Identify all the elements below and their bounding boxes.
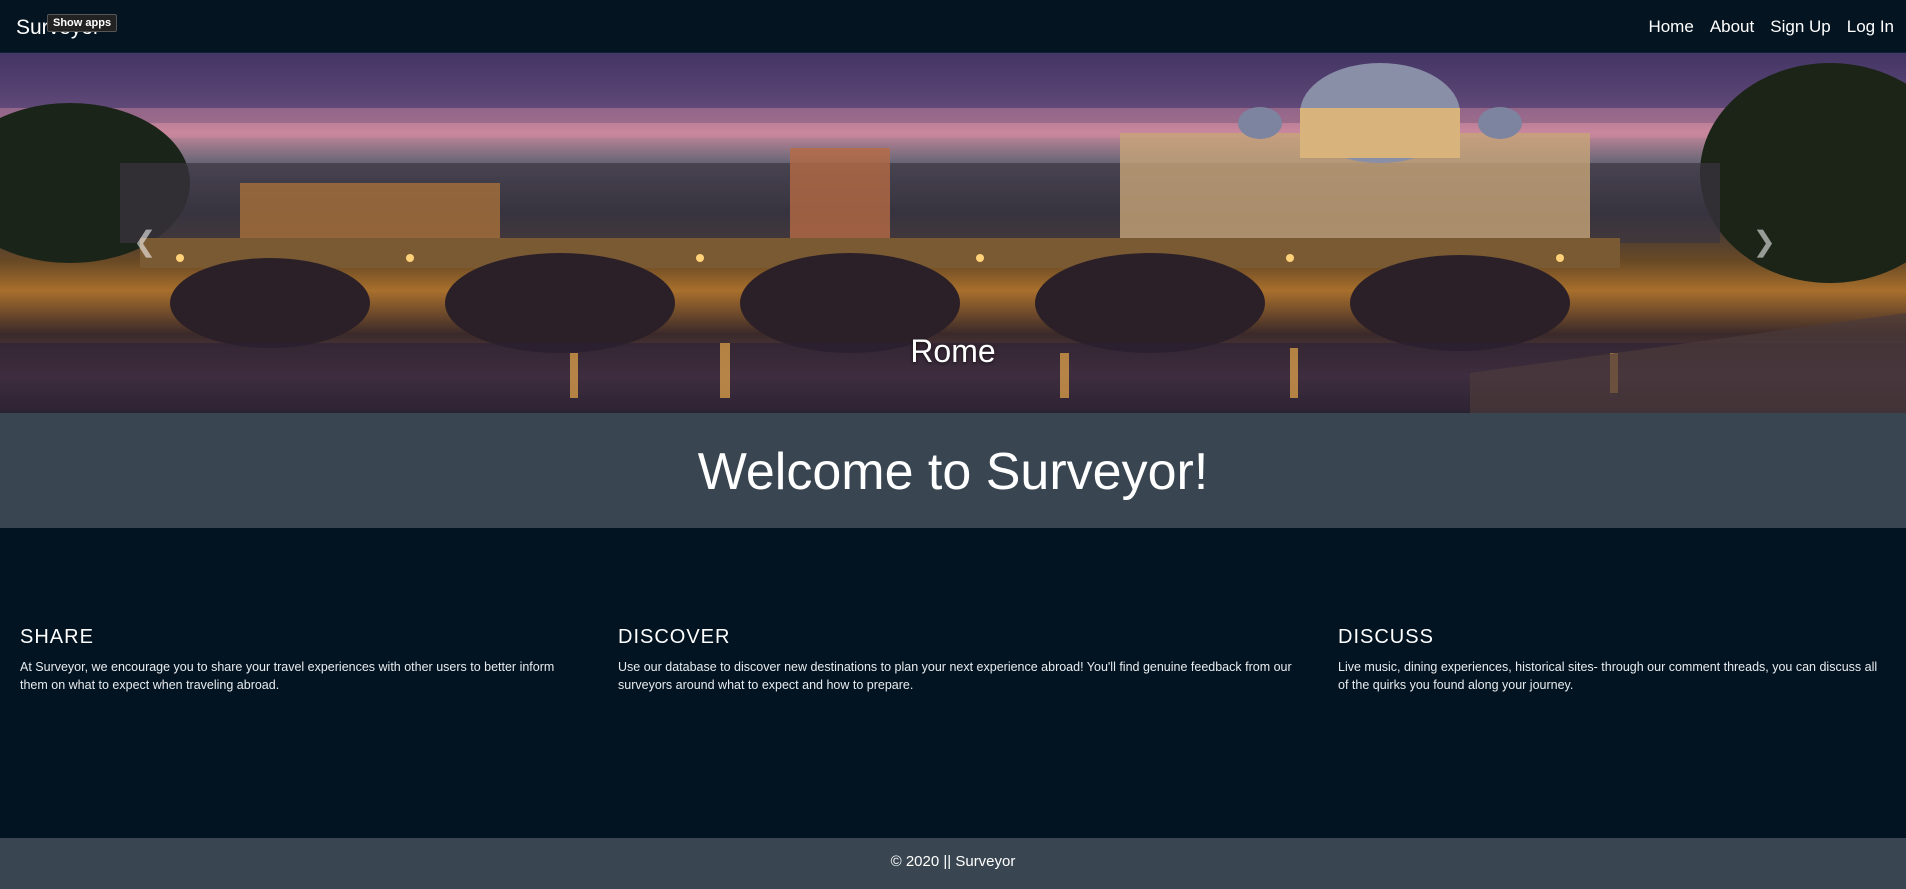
feature-discover: DISCOVER Use our database to discover ne…: [618, 626, 1298, 694]
show-apps-tooltip: Show apps: [47, 14, 118, 32]
feature-title: DISCOVER: [618, 626, 731, 648]
features-section: SHARE At Surveyor, we encourage you to s…: [0, 528, 1906, 838]
nav-link-home[interactable]: Home: [1648, 17, 1693, 37]
chevron-left-icon[interactable]: ❮: [133, 225, 156, 258]
feature-discuss: DISCUSS Live music, dining experiences, …: [1338, 626, 1888, 694]
feature-share: SHARE At Surveyor, we encourage you to s…: [20, 626, 580, 694]
footer-copyright: © 2020 || Surveyor: [890, 853, 1016, 870]
hero-carousel: ❮ ❯ Rome: [0, 53, 1906, 413]
welcome-banner: Welcome to Surveyor!: [0, 413, 1906, 528]
nav-link-log-in[interactable]: Log In: [1847, 17, 1894, 37]
nav-link-sign-up[interactable]: Sign Up: [1770, 17, 1830, 37]
feature-text: Live music, dining experiences, historic…: [1338, 660, 1878, 692]
welcome-title: Welcome to Surveyor!: [697, 443, 1209, 501]
nav-links: Home About Sign Up Log In: [1632, 17, 1894, 37]
nav-link-about[interactable]: About: [1710, 17, 1754, 37]
feature-text: At Surveyor, we encourage you to share y…: [20, 660, 555, 692]
top-navbar: Surveyor Show apps Home About Sign Up Lo…: [0, 0, 1906, 53]
feature-title: DISCUSS: [1338, 626, 1434, 648]
feature-text: Use our database to discover new destina…: [618, 660, 1292, 692]
carousel-caption: Rome: [910, 333, 996, 369]
page-footer: © 2020 || Surveyor: [0, 838, 1906, 889]
chevron-right-icon[interactable]: ❯: [1753, 225, 1776, 258]
feature-title: SHARE: [20, 626, 94, 648]
